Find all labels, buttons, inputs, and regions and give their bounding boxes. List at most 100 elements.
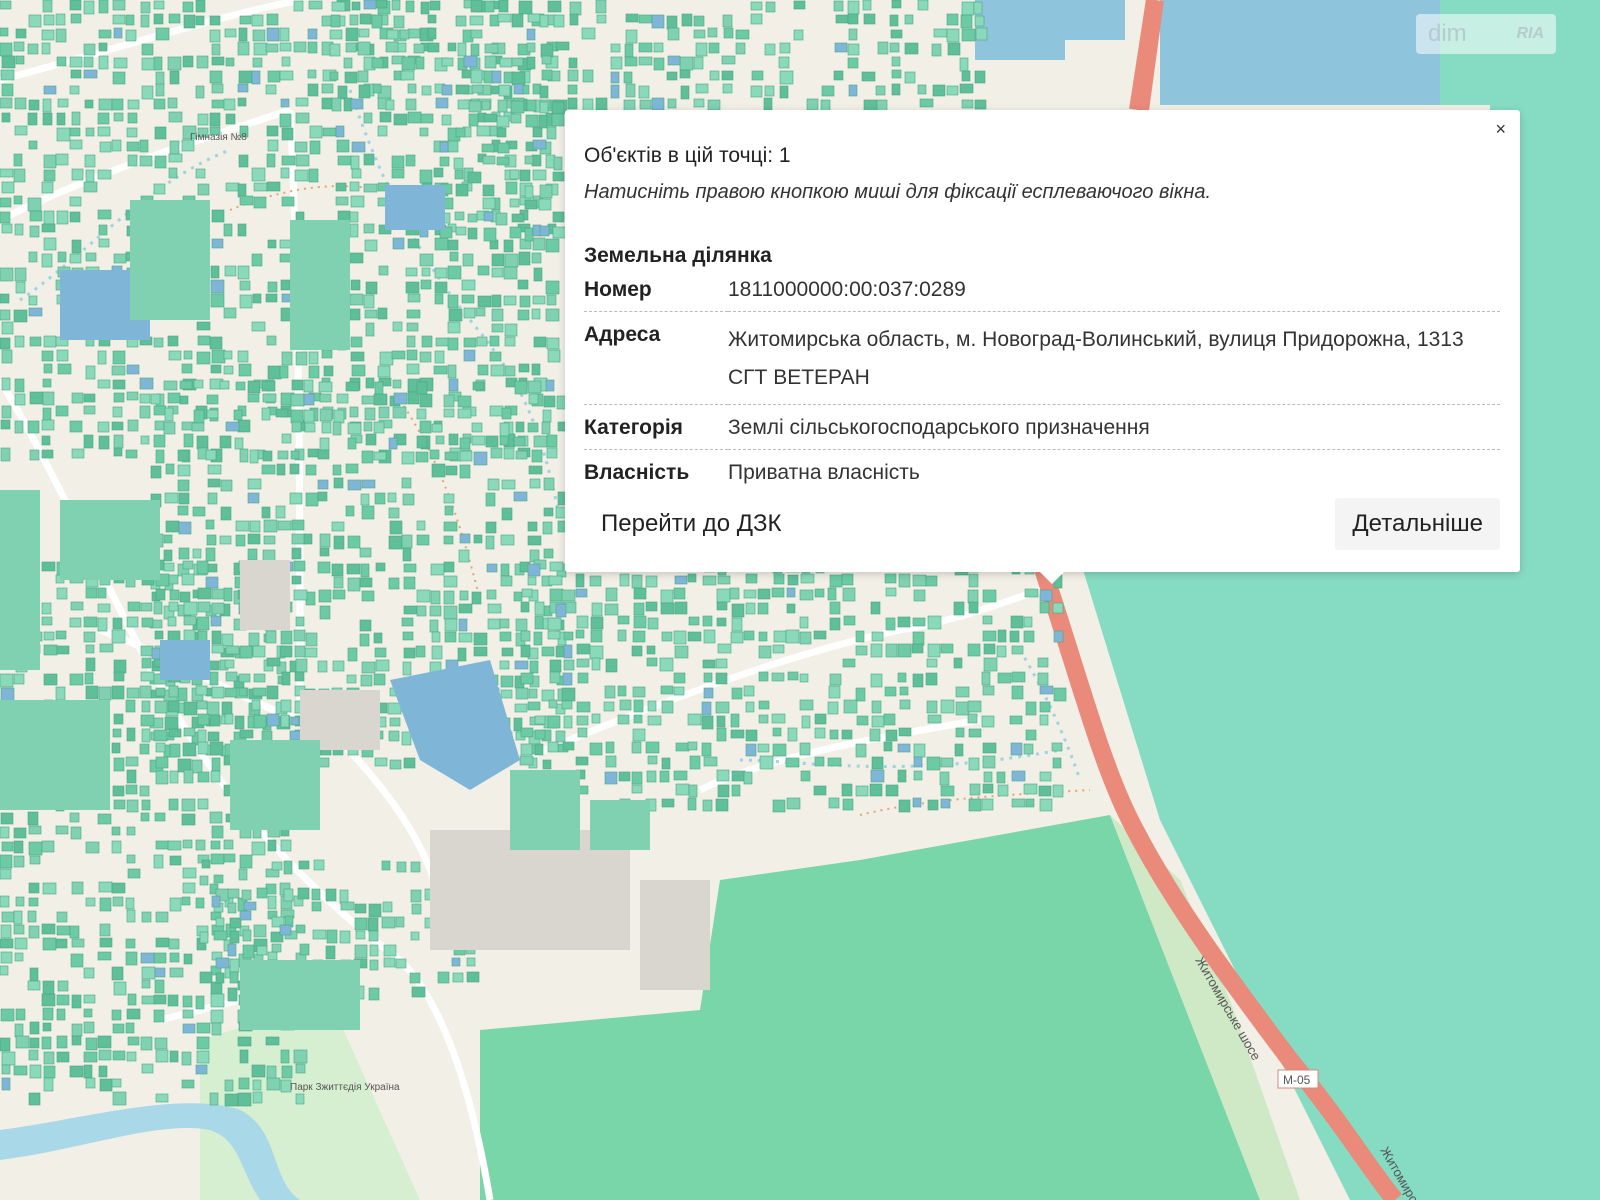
land-parcel[interactable] <box>470 69 483 84</box>
land-parcel[interactable] <box>139 685 152 699</box>
land-parcel[interactable] <box>501 479 516 490</box>
land-parcel[interactable] <box>509 226 522 239</box>
land-parcel[interactable] <box>181 896 191 906</box>
land-parcel[interactable] <box>722 83 733 94</box>
land-parcel[interactable] <box>209 29 221 43</box>
land-parcel[interactable] <box>126 727 136 742</box>
land-parcel[interactable] <box>83 1051 98 1063</box>
land-parcel[interactable] <box>141 657 152 669</box>
land-parcel[interactable] <box>975 27 988 41</box>
land-parcel[interactable] <box>511 13 524 28</box>
land-parcel[interactable] <box>29 391 44 405</box>
land-parcel[interactable] <box>758 700 770 710</box>
land-parcel[interactable] <box>168 728 182 738</box>
land-parcel[interactable] <box>591 713 601 724</box>
land-parcel[interactable] <box>647 755 658 765</box>
land-parcel[interactable] <box>141 1063 154 1074</box>
land-parcel[interactable] <box>361 661 376 674</box>
land-parcel[interactable] <box>139 785 150 797</box>
land-parcel[interactable] <box>510 113 522 124</box>
land-parcel[interactable] <box>448 308 463 322</box>
land-parcel[interactable] <box>317 561 331 574</box>
land-parcel[interactable] <box>304 422 316 433</box>
land-parcel[interactable] <box>750 1 763 11</box>
land-parcel[interactable] <box>383 944 397 957</box>
land-parcel[interactable] <box>267 70 281 83</box>
land-parcel[interactable] <box>155 742 166 753</box>
land-parcel[interactable] <box>237 97 247 107</box>
land-parcel[interactable] <box>801 715 811 729</box>
land-parcel[interactable] <box>955 686 970 698</box>
land-parcel[interactable] <box>113 112 124 122</box>
land-parcel[interactable] <box>369 959 379 971</box>
blue-parcel[interactable] <box>43 85 57 95</box>
land-parcel[interactable] <box>786 797 801 810</box>
land-parcel[interactable] <box>693 29 706 39</box>
land-parcel[interactable] <box>213 930 228 941</box>
land-parcel[interactable] <box>590 629 603 643</box>
land-parcel[interactable] <box>758 631 768 642</box>
land-parcel[interactable] <box>444 451 459 461</box>
land-parcel[interactable] <box>220 506 232 521</box>
land-parcel[interactable] <box>195 839 206 851</box>
land-parcel[interactable] <box>141 700 151 713</box>
land-parcel[interactable] <box>41 42 51 55</box>
land-parcel[interactable] <box>229 958 240 973</box>
land-parcel[interactable] <box>225 57 235 67</box>
land-parcel[interactable] <box>730 729 745 739</box>
land-parcel[interactable] <box>871 700 882 714</box>
land-parcel[interactable] <box>97 951 112 961</box>
land-parcel[interactable] <box>97 617 108 632</box>
land-parcel[interactable] <box>743 771 753 785</box>
land-parcel[interactable] <box>476 125 491 137</box>
land-parcel[interactable] <box>503 239 514 253</box>
land-parcel[interactable] <box>467 171 482 184</box>
land-parcel[interactable] <box>604 685 616 699</box>
land-parcel[interactable] <box>304 647 318 658</box>
blue-parcel[interactable] <box>279 924 292 936</box>
land-parcel[interactable] <box>85 127 95 137</box>
land-parcel[interactable] <box>617 629 627 642</box>
land-parcel[interactable] <box>371 14 383 29</box>
land-parcel[interactable] <box>552 211 565 223</box>
land-parcel[interactable] <box>633 699 644 713</box>
land-parcel[interactable] <box>295 1093 305 1105</box>
land-parcel[interactable] <box>546 294 557 306</box>
land-parcel[interactable] <box>251 841 266 856</box>
land-parcel[interactable] <box>420 1 430 15</box>
land-parcel[interactable] <box>848 28 858 41</box>
land-parcel[interactable] <box>154 1037 168 1050</box>
land-parcel[interactable] <box>1010 615 1024 629</box>
land-parcel[interactable] <box>546 337 560 350</box>
land-parcel[interactable] <box>701 715 714 730</box>
land-parcel[interactable] <box>687 573 697 583</box>
land-parcel[interactable] <box>545 308 560 322</box>
land-parcel[interactable] <box>83 43 96 56</box>
land-parcel[interactable] <box>97 112 110 125</box>
land-parcel[interactable] <box>71 994 82 1009</box>
land-parcel[interactable] <box>997 672 1012 684</box>
land-parcel[interactable] <box>251 167 266 182</box>
land-parcel[interactable] <box>490 447 503 459</box>
land-parcel[interactable] <box>83 0 95 15</box>
land-parcel[interactable] <box>1023 743 1034 755</box>
land-parcel[interactable] <box>113 434 124 449</box>
land-parcel[interactable] <box>511 71 526 86</box>
land-parcel[interactable] <box>814 588 825 598</box>
land-parcel[interactable] <box>179 395 189 405</box>
land-parcel[interactable] <box>549 561 564 572</box>
land-parcel[interactable] <box>113 392 125 403</box>
land-parcel[interactable] <box>632 686 646 698</box>
land-parcel[interactable] <box>238 363 252 377</box>
land-parcel[interactable] <box>41 923 56 935</box>
land-parcel[interactable] <box>357 41 371 56</box>
land-parcel[interactable] <box>779 42 791 54</box>
land-parcel[interactable] <box>206 563 218 573</box>
land-parcel[interactable] <box>625 13 639 23</box>
land-parcel[interactable] <box>153 854 164 869</box>
land-parcel[interactable] <box>55 153 69 166</box>
land-parcel[interactable] <box>165 463 175 475</box>
land-parcel[interactable] <box>1 181 15 194</box>
land-parcel[interactable] <box>563 631 574 641</box>
land-parcel[interactable] <box>330 14 341 28</box>
